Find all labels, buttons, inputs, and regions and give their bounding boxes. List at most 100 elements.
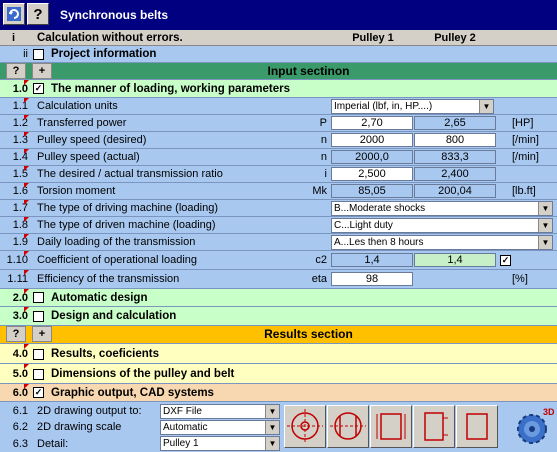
param-row: 1.10 Coefficient of operational loading … <box>0 251 557 270</box>
row-index: 6.3 <box>12 438 28 450</box>
section-loading-checkbox[interactable]: ✓ <box>33 83 44 94</box>
param-label: Daily loading of the transmission <box>37 236 196 248</box>
param-unit: [%] <box>512 273 528 285</box>
speed-actual-pulley2-value: 833,3 <box>414 150 496 164</box>
param-unit: [lb.ft] <box>512 185 536 197</box>
section-dimensions-checkbox[interactable] <box>33 369 44 380</box>
belt-side-icon[interactable] <box>413 405 455 448</box>
param-row: 1.5 The desired / actual transmission ra… <box>0 166 557 183</box>
section-automatic-design[interactable]: 2.0 Automatic design <box>0 289 557 307</box>
section-graphic-output-label: Graphic output, CAD systems <box>51 387 214 399</box>
title-bar: ? Synchronous belts <box>0 0 557 30</box>
marker-icon <box>24 364 29 369</box>
param-label: Transferred power <box>37 117 127 129</box>
section-design-calculation-checkbox[interactable] <box>33 311 44 322</box>
operational-coefficient-checkbox[interactable]: ✓ <box>500 255 511 266</box>
drawing-output-dropdown[interactable]: DXF File ▼ <box>160 404 280 419</box>
param-label: Torsion moment <box>37 185 116 197</box>
row-index: 4.0 <box>12 348 28 360</box>
section-loading[interactable]: 1.0 ✓ The manner of loading, working par… <box>0 80 557 98</box>
chevron-down-icon: ▼ <box>538 236 552 249</box>
marker-icon <box>24 289 29 294</box>
marker-icon <box>24 234 29 239</box>
section-results-label: Results, coeficients <box>51 348 160 360</box>
param-row: 6.3 Detail: <box>0 435 160 452</box>
section-dimensions[interactable]: 5.0 Dimensions of the pulley and belt <box>0 364 557 384</box>
section-graphic-output-checkbox[interactable]: ✓ <box>33 387 44 398</box>
drawing-scale-dropdown[interactable]: Automatic ▼ <box>160 420 280 435</box>
dropdown-value: Pulley 1 <box>163 438 199 449</box>
marker-icon <box>24 80 29 85</box>
dropdown-value: DXF File <box>163 406 202 417</box>
param-symbol: n <box>320 151 327 163</box>
refresh-icon[interactable] <box>3 3 25 25</box>
param-row: 1.6 Torsion moment Mk 85,05 200,04 [lb.f… <box>0 183 557 200</box>
pulley-side-view-icon[interactable] <box>327 405 369 448</box>
project-info-row[interactable]: ii Project information <box>0 46 557 63</box>
param-row: 1.9 Daily loading of the transmission A.… <box>0 234 557 251</box>
param-unit: [HP] <box>512 117 534 129</box>
marker-icon <box>24 200 29 205</box>
marker-icon <box>24 217 29 222</box>
chevron-down-icon: ▼ <box>265 421 279 434</box>
input-help-button[interactable]: ? <box>6 63 26 79</box>
operational-coefficient-input[interactable]: 1,4 <box>414 253 496 267</box>
param-symbol: Mk <box>312 185 327 197</box>
section-design-calculation-label: Design and calculation <box>51 310 177 322</box>
header-row: i Calculation without errors. Pulley 1 P… <box>0 30 557 46</box>
header-i: i <box>12 32 16 44</box>
param-row: 1.11 Efficiency of the transmission eta … <box>0 270 557 289</box>
speed-desired-pulley2-input[interactable]: 800 <box>414 133 496 147</box>
pulley-front-view-icon[interactable] <box>284 405 326 448</box>
param-row: 6.1 2D drawing output to: <box>0 402 160 419</box>
driving-machine-dropdown[interactable]: B...Moderate shocks ▼ <box>331 201 553 216</box>
efficiency-input[interactable]: 98 <box>331 272 413 286</box>
param-row: 1.1 Calculation units Imperial (lbf, in,… <box>0 98 557 115</box>
param-label: The type of driven machine (loading) <box>37 219 216 231</box>
section-graphic-output[interactable]: 6.0 ✓ Graphic output, CAD systems <box>0 384 557 402</box>
param-label: Efficiency of the transmission <box>37 273 180 285</box>
belt-front-icon[interactable] <box>370 405 412 448</box>
speed-actual-pulley1-value: 2000,0 <box>331 150 413 164</box>
pulley2-header: Pulley 2 <box>434 32 476 44</box>
power-pulley1-input[interactable]: 2,70 <box>331 116 413 130</box>
param-row: 1.3 Pulley speed (desired) n 2000 800 [/… <box>0 132 557 149</box>
daily-loading-dropdown[interactable]: A...Les then 8 hours ▼ <box>331 235 553 250</box>
param-row: 1.8 The type of driven machine (loading)… <box>0 217 557 234</box>
section-results-checkbox[interactable] <box>33 349 44 360</box>
param-row: 1.2 Transferred power P 2,70 2,65 [HP] <box>0 115 557 132</box>
param-label: Calculation units <box>37 100 118 112</box>
rectangle-icon[interactable] <box>456 405 498 448</box>
section-dimensions-label: Dimensions of the pulley and belt <box>51 368 235 380</box>
results-expand-button[interactable]: + <box>32 326 52 342</box>
project-checkbox[interactable] <box>33 49 44 60</box>
results-section-bar: ? + Results section <box>0 326 557 344</box>
marker-icon <box>24 384 29 389</box>
torque-pulley2-value: 200,04 <box>414 184 496 198</box>
project-label: Project information <box>51 48 157 60</box>
param-unit: [/min] <box>512 134 539 146</box>
units-dropdown[interactable]: Imperial (lbf, in, HP....) ▼ <box>331 99 494 114</box>
section-design-calculation[interactable]: 3.0 Design and calculation <box>0 307 557 326</box>
detail-dropdown[interactable]: Pulley 1 ▼ <box>160 436 280 451</box>
results-help-button[interactable]: ? <box>6 326 26 342</box>
chevron-down-icon: ▼ <box>265 405 279 418</box>
row-index: ii <box>23 48 28 60</box>
param-label: Pulley speed (actual) <box>37 151 140 163</box>
param-row: 1.7 The type of driving machine (loading… <box>0 200 557 217</box>
speed-desired-pulley1-input[interactable]: 2000 <box>331 133 413 147</box>
input-expand-button[interactable]: + <box>32 63 52 79</box>
power-pulley2-value: 2,65 <box>414 116 496 130</box>
section-automatic-design-checkbox[interactable] <box>33 292 44 303</box>
gear-3d-icon[interactable]: 3D <box>510 405 555 448</box>
chevron-down-icon: ▼ <box>265 437 279 450</box>
ratio-desired-input[interactable]: 2,500 <box>331 167 413 181</box>
param-symbol: eta <box>311 273 327 285</box>
marker-icon <box>24 344 29 349</box>
param-label: Coefficient of operational loading <box>37 254 198 266</box>
section-results[interactable]: 4.0 Results, coeficients <box>0 344 557 364</box>
driven-machine-dropdown[interactable]: C...Light duty ▼ <box>331 218 553 233</box>
help-button[interactable]: ? <box>27 3 49 25</box>
param-unit: [/min] <box>512 151 539 163</box>
param-symbol: i <box>324 168 327 180</box>
